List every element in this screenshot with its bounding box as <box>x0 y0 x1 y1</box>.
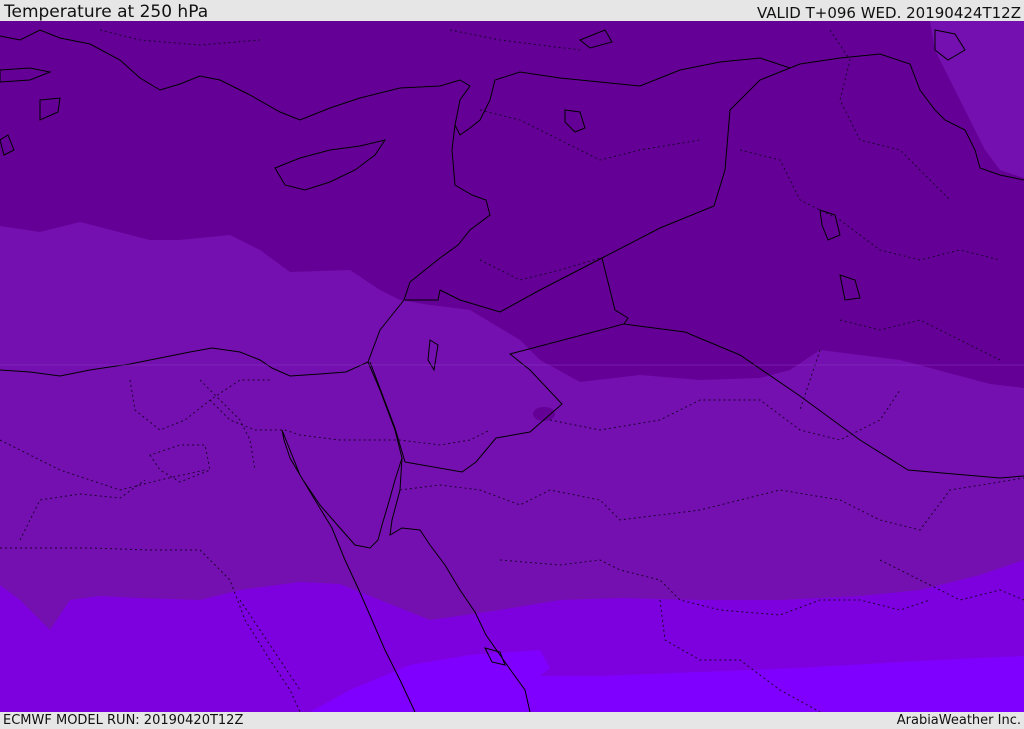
map-panel[interactable] <box>0 21 1024 712</box>
cold-blob <box>533 407 555 421</box>
temperature-map[interactable] <box>0 21 1024 712</box>
credit-label: ArabiaWeather Inc. <box>896 713 1021 728</box>
header-bar: Temperature at 250 hPa VALID T+096 WED. … <box>0 0 1024 21</box>
footer-bar: ECMWF MODEL RUN: 20190420T12Z ArabiaWeat… <box>0 712 1024 729</box>
map-title: Temperature at 250 hPa <box>4 2 209 22</box>
model-run-label: ECMWF MODEL RUN: 20190420T12Z <box>3 713 244 728</box>
valid-time: VALID T+096 WED. 20190424T12Z <box>756 4 1021 22</box>
